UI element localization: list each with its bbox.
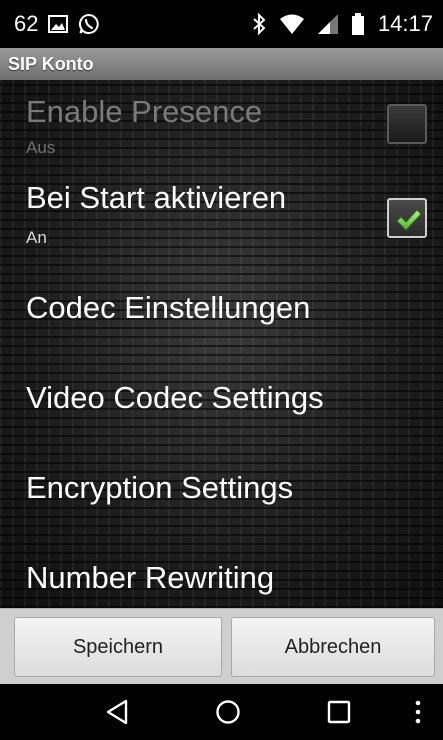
enable-presence-checkbox[interactable] — [387, 104, 427, 144]
navigation-bar — [0, 684, 443, 740]
cancel-button[interactable]: Abbrechen — [231, 617, 435, 677]
checkmark-icon — [396, 209, 422, 231]
button-bar: Speichern Abbrechen — [0, 608, 443, 684]
setting-enable-presence[interactable]: Enable Presence Aus — [0, 80, 443, 168]
status-bar: 62 14:17 — [0, 0, 443, 48]
setting-title: Bei Start aktivieren — [26, 180, 287, 215]
page-title: SIP Konto — [8, 53, 94, 74]
home-icon[interactable] — [214, 698, 242, 726]
setting-title: Number Rewriting — [26, 560, 275, 595]
signal-icon — [317, 14, 338, 34]
setting-number-rewriting[interactable]: Number Rewriting — [0, 520, 443, 608]
setting-title: Enable Presence — [26, 94, 263, 129]
wifi-icon — [279, 14, 304, 34]
setting-bei-start-aktivieren[interactable]: Bei Start aktivieren An — [0, 168, 443, 256]
setting-subtitle: An — [26, 228, 47, 247]
setting-title: Codec Einstellungen — [26, 290, 311, 325]
setting-title: Encryption Settings — [26, 470, 294, 505]
back-icon[interactable] — [104, 698, 130, 726]
setting-encryption-settings[interactable]: Encryption Settings — [0, 432, 443, 520]
bluetooth-icon — [252, 13, 266, 35]
setting-video-codec-settings[interactable]: Video Codec Settings — [0, 344, 443, 432]
bei-start-aktivieren-checkbox[interactable] — [387, 198, 427, 238]
settings-list[interactable]: Enable Presence Aus Bei Start aktivieren… — [0, 80, 443, 608]
title-bar: SIP Konto — [0, 48, 443, 80]
battery-icon — [351, 13, 364, 35]
menu-icon[interactable] — [413, 698, 423, 726]
setting-title: Video Codec Settings — [26, 380, 324, 415]
setting-codec-einstellungen[interactable]: Codec Einstellungen — [0, 256, 443, 344]
clock: 14:17 — [377, 11, 433, 36]
setting-subtitle: Aus — [26, 138, 56, 157]
image-icon — [48, 15, 69, 33]
whatsapp-icon — [78, 13, 100, 35]
notification-count: 62 — [14, 11, 39, 36]
save-button[interactable]: Speichern — [14, 617, 222, 677]
recents-icon[interactable] — [326, 698, 352, 726]
